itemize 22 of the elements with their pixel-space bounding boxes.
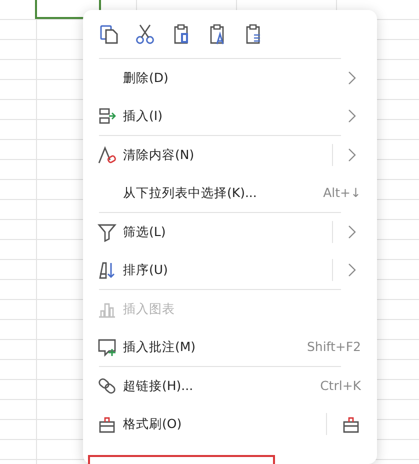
scissors-icon[interactable] [134,23,156,45]
menu-item[interactable]: 排序(U) [97,251,363,289]
menu-item[interactable]: 插入批注(M) Shift+F2 [97,328,363,366]
link-icon [97,376,117,396]
eraser-icon [97,145,117,165]
menu-item[interactable]: 从下拉列表中选择(K)... Alt+↓ [97,174,363,212]
comment-icon [97,337,117,357]
chevron-right-icon[interactable] [347,148,357,162]
menu-item[interactable]: 筛选(L) [97,213,363,251]
menu-item[interactable]: 插入(I) [97,97,363,135]
chevron-right-icon[interactable] [347,263,357,277]
chevron-right-icon[interactable] [347,71,357,85]
chevron-right-icon[interactable] [347,225,357,239]
menu-item[interactable]: 超链接(H)... Ctrl+K [97,367,363,405]
sort-icon [97,260,117,280]
menu-item[interactable]: 格式刷(O) [97,405,363,443]
filter-icon [97,222,117,242]
menu-item[interactable]: 清除内容(N) [97,136,363,174]
chevron-right-icon[interactable] [347,109,357,123]
menu-item[interactable]: 删除(D) [97,59,363,97]
copy-icon[interactable] [98,23,120,45]
insert-icon [97,106,117,126]
